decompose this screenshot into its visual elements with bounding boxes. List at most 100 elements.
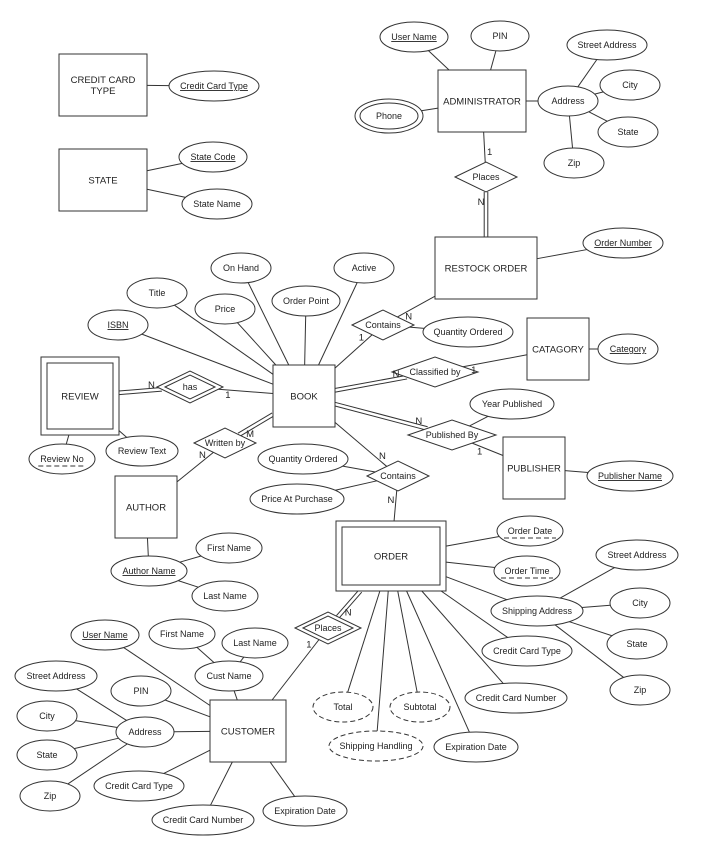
attribute-cust-cc-number[interactable]: Credit Card Number — [151, 804, 255, 836]
entity-label: PUBLISHER — [507, 464, 561, 475]
attribute-label: Total — [333, 702, 352, 712]
attribute-admin-state[interactable]: State — [597, 116, 659, 148]
attribute-cust-street[interactable]: Street Address — [14, 660, 98, 692]
attribute-order-date[interactable]: Order Date — [496, 515, 564, 547]
attribute-label: City — [39, 711, 55, 721]
attribute-cust-state[interactable]: State — [16, 739, 78, 771]
attribute-oc-qty[interactable]: Quantity Ordered — [257, 443, 349, 475]
attribute-cust-address[interactable]: Address — [115, 716, 175, 748]
attribute-label: PIN — [492, 31, 507, 41]
attribute-price[interactable]: Price — [194, 293, 256, 325]
attribute-admin-address[interactable]: Address — [537, 85, 599, 117]
edge-order-to-order-shipping — [376, 590, 389, 732]
attribute-cust-last[interactable]: Last Name — [221, 627, 289, 659]
attribute-ship-address[interactable]: Shipping Address — [490, 595, 584, 627]
attribute-label: Quantity Ordered — [433, 327, 502, 337]
attribute-admin-pin[interactable]: PIN — [470, 20, 530, 52]
attribute-year-published[interactable]: Year Published — [469, 388, 555, 420]
attribute-label: Credit Card Type — [180, 81, 248, 91]
attribute-label: Street Address — [577, 40, 637, 50]
attribute-isbn[interactable]: ISBN — [87, 309, 149, 341]
edge-order-contains-to-oc-qty — [342, 465, 376, 473]
attribute-order-point[interactable]: Order Point — [271, 285, 341, 317]
entity-restock-order[interactable]: RESTOCK ORDER — [434, 236, 538, 300]
cardinality-label: 1 — [487, 147, 492, 158]
attribute-cct-type[interactable]: Credit Card Type — [168, 70, 260, 102]
attribute-author-name[interactable]: Author Name — [110, 555, 188, 587]
attribute-cust-zip[interactable]: Zip — [19, 780, 81, 812]
attribute-review-text[interactable]: Review Text — [105, 435, 179, 467]
attribute-label: Price — [215, 304, 236, 314]
attribute-order-number[interactable]: Order Number — [582, 227, 664, 259]
edge-customer-to-cust-cc-type — [163, 749, 211, 774]
attribute-restock-qty[interactable]: Quantity Ordered — [422, 316, 514, 348]
attribute-author-first[interactable]: First Name — [195, 532, 263, 564]
edge-cust-name-to-cust-first — [196, 646, 215, 663]
entity-review[interactable]: REVIEW — [40, 356, 120, 436]
attribute-order-subtotal[interactable]: Subtotal — [389, 691, 451, 723]
attribute-admin-city[interactable]: City — [599, 69, 661, 101]
attribute-price-at-purchase[interactable]: Price At Purchase — [249, 483, 345, 515]
attribute-cust-user[interactable]: User Name — [70, 619, 140, 651]
entity-book[interactable]: BOOK — [272, 364, 336, 428]
attribute-label: Credit Card Type — [105, 781, 173, 791]
attribute-state-code[interactable]: State Code — [178, 141, 248, 173]
attribute-order-total[interactable]: Total — [312, 691, 374, 723]
attribute-publisher-name[interactable]: Publisher Name — [586, 460, 674, 492]
attribute-order-shipping[interactable]: Shipping Handling — [328, 730, 424, 762]
attribute-cust-first[interactable]: First Name — [148, 618, 216, 650]
relationship-has[interactable]: has — [155, 370, 225, 404]
attribute-ship-zip[interactable]: Zip — [609, 674, 671, 706]
attribute-admin-zip[interactable]: Zip — [543, 147, 605, 179]
relationship-admin-places[interactable]: Places — [453, 161, 519, 193]
entity-state[interactable]: STATE — [58, 148, 148, 212]
attribute-author-last[interactable]: Last Name — [191, 580, 259, 612]
entity-customer[interactable]: CUSTOMER — [209, 699, 287, 763]
entity-order[interactable]: ORDER — [335, 520, 447, 592]
attribute-label: Credit Card Number — [476, 693, 557, 703]
attribute-label: Credit Card Number — [163, 815, 244, 825]
attribute-ship-city[interactable]: City — [609, 587, 671, 619]
attribute-admin-street[interactable]: Street Address — [566, 29, 648, 61]
attribute-cust-name[interactable]: Cust Name — [194, 660, 264, 692]
cardinality-label: 1 — [359, 333, 364, 344]
attribute-active[interactable]: Active — [333, 252, 395, 284]
attribute-cust-pin[interactable]: PIN — [110, 675, 172, 707]
entity-author[interactable]: AUTHOR — [114, 475, 178, 539]
cardinality-label: N — [405, 312, 412, 323]
attribute-cust-cc-type[interactable]: Credit Card Type — [93, 770, 185, 802]
attribute-label: First Name — [160, 629, 204, 639]
attribute-order-time[interactable]: Order Time — [493, 555, 561, 587]
attribute-state-name[interactable]: State Name — [181, 188, 253, 220]
edge-publisher-to-publisher-name — [564, 470, 589, 474]
attribute-admin-phone[interactable]: Phone — [354, 98, 424, 134]
entity-administrator[interactable]: ADMINISTRATOR — [437, 69, 527, 133]
cardinality-label: N — [415, 416, 422, 427]
attribute-order-exp[interactable]: Expiration Date — [433, 731, 519, 763]
entity-catagory[interactable]: CATAGORY — [526, 317, 590, 381]
edge-book-to-order-point — [304, 315, 307, 366]
attribute-review-no[interactable]: Review No — [28, 443, 96, 475]
relationship-order-contains[interactable]: Contains — [365, 460, 431, 492]
attribute-order-cc-number[interactable]: Credit Card Number — [464, 682, 568, 714]
cardinality-label: N — [199, 450, 206, 461]
attribute-ship-street[interactable]: Street Address — [595, 539, 679, 571]
edge-customer-to-cust-pin — [164, 699, 211, 718]
attribute-label: Order Point — [283, 296, 330, 306]
attribute-order-cc-type[interactable]: Credit Card Type — [481, 635, 573, 667]
entity-credit-card-type[interactable]: CREDIT CARDTYPE — [58, 53, 148, 117]
relationship-label: Contains — [365, 320, 401, 330]
relationship-classified-by[interactable]: Classified by — [390, 356, 480, 388]
edge-book-to-written-by — [237, 412, 275, 437]
attribute-cust-city[interactable]: City — [16, 700, 78, 732]
edge-ship-address-to-ship-state — [569, 621, 613, 637]
attribute-title[interactable]: Title — [126, 277, 188, 309]
attribute-label: PIN — [133, 686, 148, 696]
attribute-category[interactable]: Category — [597, 333, 659, 365]
attribute-ship-state[interactable]: State — [606, 628, 668, 660]
attribute-cust-exp[interactable]: Expiration Date — [262, 795, 348, 827]
attribute-on-hand[interactable]: On Hand — [210, 252, 272, 284]
relationship-label: Contains — [380, 471, 416, 481]
attribute-admin-user[interactable]: User Name — [379, 21, 449, 53]
entity-publisher[interactable]: PUBLISHER — [502, 436, 566, 500]
